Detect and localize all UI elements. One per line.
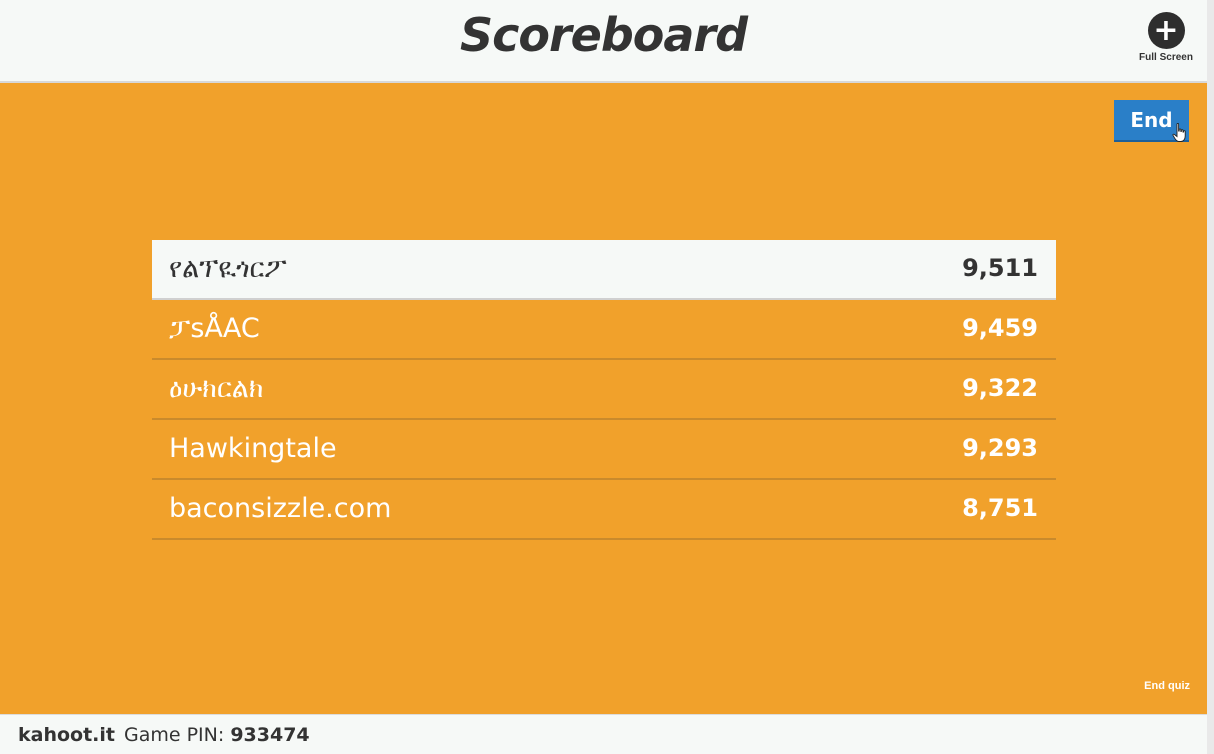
fullscreen-button[interactable]: + Full Screen xyxy=(1132,12,1200,68)
player-score: 9,322 xyxy=(962,374,1038,402)
player-score: 9,459 xyxy=(962,314,1038,342)
plus-circle-icon[interactable]: + xyxy=(1147,12,1185,49)
page-title: Scoreboard xyxy=(459,8,748,62)
window-edge xyxy=(1207,0,1214,754)
game-pin-label: Game PIN: xyxy=(124,724,225,746)
scoreboard-row: የልፕዪጎርፖ 9,511 xyxy=(152,240,1056,300)
end-quiz-link[interactable]: End quiz xyxy=(1126,680,1190,692)
scoreboard-row: ፓsÅAC 9,459 xyxy=(152,300,1056,360)
player-name: የልፕዪጎርፖ xyxy=(169,253,287,284)
fullscreen-label: Full Screen xyxy=(1139,52,1193,63)
scoreboard-row: baconsizzle.com 8,751 xyxy=(152,480,1056,540)
player-name: baconsizzle.com xyxy=(169,493,392,524)
scoreboard-list: የልፕዪጎርፖ 9,511 ፓsÅAC 9,459 ዕሁክርልክ 9,322 H… xyxy=(152,240,1056,540)
brand-logo: kahoot.it xyxy=(18,724,115,746)
player-name: Hawkingtale xyxy=(169,433,337,464)
scoreboard-row: Hawkingtale 9,293 xyxy=(152,420,1056,480)
footer-bar: kahoot.it Game PIN: 933474 xyxy=(0,714,1207,754)
game-pin: Game PIN: 933474 xyxy=(124,715,310,754)
player-score: 9,293 xyxy=(962,434,1038,462)
player-score: 8,751 xyxy=(962,494,1038,522)
player-score: 9,511 xyxy=(962,254,1038,282)
scoreboard-row: ዕሁክርልክ 9,322 xyxy=(152,360,1056,420)
player-name: ፓsÅAC xyxy=(169,313,260,344)
game-pin-value: 933474 xyxy=(230,724,310,746)
header-bar: Scoreboard + Full Screen xyxy=(0,0,1207,83)
game-screen: Scoreboard + Full Screen End የልፕዪጎርፖ 9,5… xyxy=(0,0,1207,754)
player-name: ዕሁክርልክ xyxy=(169,373,264,404)
hand-pointer-icon xyxy=(1172,123,1186,142)
